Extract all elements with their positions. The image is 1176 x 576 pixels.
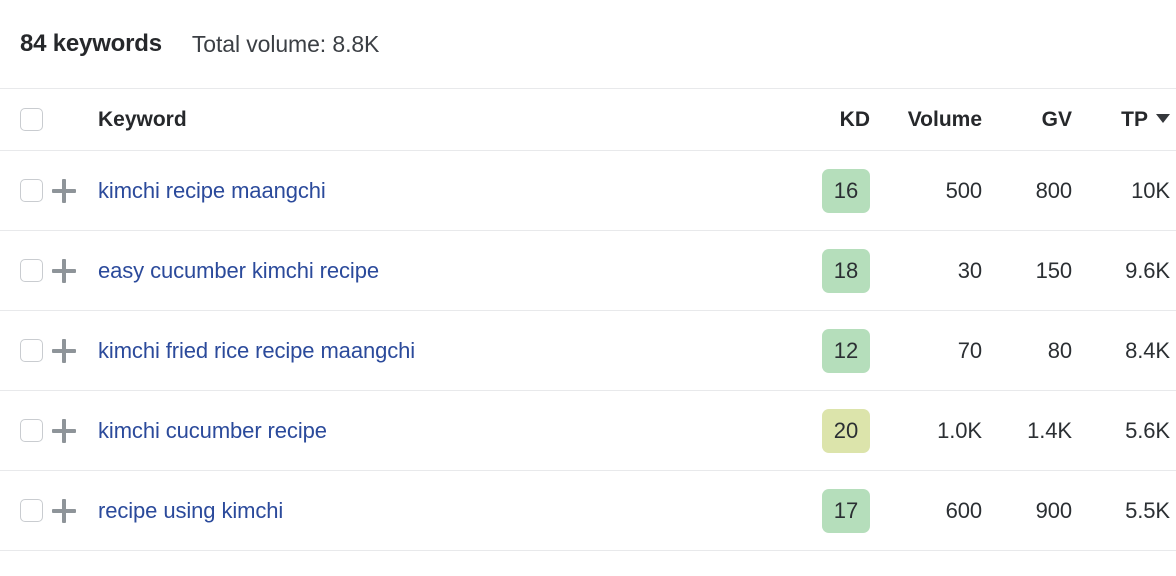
row-add-cell [52,151,98,231]
select-all-checkbox[interactable] [20,108,43,131]
summary-bar: 84 keywords Total volume: 8.8K [0,0,1176,88]
keyword-link[interactable]: recipe using kimchi [98,498,283,523]
plus-icon[interactable] [52,338,76,363]
row-checkbox[interactable] [20,499,43,522]
row-volume-cell: 600 [945,497,983,523]
kd-wrap: 18 [792,248,878,293]
plus-icon[interactable] [52,178,76,203]
keyword-count-label: 84 keywords [20,30,162,57]
row-volume-cell: 1.0K [937,417,982,443]
row-gv-cell: 900 [1035,497,1073,523]
keyword-link[interactable]: kimchi recipe maangchi [98,178,326,203]
column-header-kd[interactable]: KD [792,89,878,151]
keyword-link[interactable]: easy cucumber kimchi recipe [98,258,379,283]
row-keyword-cell: easy cucumber kimchi recipe [98,231,792,311]
row-keyword-cell: recipe using kimchi [98,471,792,551]
row-tp-cell: 8.4K [1125,337,1170,363]
keywords-table-panel: 84 keywords Total volume: 8.8K Keyword K… [0,0,1176,576]
row-add-cell [52,391,98,471]
row-select-cell [0,471,52,551]
row-kd-cell: 17 [792,471,878,551]
kd-wrap: 16 [792,168,878,213]
row-kd-cell: 12 [792,311,878,391]
plus-icon[interactable] [52,498,76,523]
row-tp-cell: 5.5K [1125,497,1170,523]
row-add-cell [52,471,98,551]
row-volume-cell: 70 [957,337,982,363]
row-kd-cell: 18 [792,231,878,311]
keywords-table: Keyword KD Volume GV TP kimchi recipe ma… [0,88,1176,551]
row-gv-cell: 80 [1047,337,1072,363]
row-gv-cell: 150 [1035,257,1073,283]
row-checkbox[interactable] [20,339,43,362]
table-row: easy cucumber kimchi recipe 18 30 150 9.… [0,231,1176,311]
row-gv-cell: 1.4K [1027,417,1072,443]
kd-wrap: 20 [792,408,878,453]
row-kd-cell: 20 [792,391,878,471]
row-select-cell [0,391,52,471]
row-volume-cell: 500 [945,177,983,203]
row-tp-cell: 10K [1131,177,1170,203]
table-row: recipe using kimchi 17 600 900 5.5K [0,471,1176,551]
column-header-tp[interactable]: TP [1080,89,1176,151]
row-select-cell [0,311,52,391]
kd-badge: 20 [822,408,870,453]
keyword-link[interactable]: kimchi fried rice recipe maangchi [98,338,415,363]
keyword-link[interactable]: kimchi cucumber recipe [98,418,327,443]
row-checkbox[interactable] [20,419,43,442]
kd-badge: 16 [822,168,870,213]
select-all-cell [0,89,52,151]
kd-badge: 17 [822,488,870,533]
table-body: kimchi recipe maangchi 16 500 800 10K ea… [0,151,1176,551]
row-keyword-cell: kimchi cucumber recipe [98,391,792,471]
kd-wrap: 12 [792,328,878,373]
table-row: kimchi fried rice recipe maangchi 12 70 … [0,311,1176,391]
column-header-gv[interactable]: GV [990,89,1080,151]
kd-wrap: 17 [792,488,878,533]
row-checkbox[interactable] [20,259,43,282]
kd-badge: 12 [822,328,870,373]
table-header-row: Keyword KD Volume GV TP [0,88,1176,151]
plus-icon[interactable] [52,258,76,283]
add-column-header [52,89,98,151]
plus-icon[interactable] [52,418,76,443]
row-tp-cell: 9.6K [1125,257,1170,283]
column-header-keyword[interactable]: Keyword [98,89,792,151]
table-row: kimchi cucumber recipe 20 1.0K 1.4K 5.6K [0,391,1176,471]
caret-down-icon [1156,113,1170,123]
total-volume-label: Total volume: 8.8K [191,30,380,57]
row-checkbox[interactable] [20,179,43,202]
kd-badge: 18 [822,248,870,293]
column-header-volume[interactable]: Volume [878,89,990,151]
row-kd-cell: 16 [792,151,878,231]
row-volume-cell: 30 [957,257,982,283]
row-select-cell [0,231,52,311]
row-keyword-cell: kimchi recipe maangchi [98,151,792,231]
row-tp-cell: 5.6K [1125,417,1170,443]
row-select-cell [0,151,52,231]
row-add-cell [52,311,98,391]
table-row: kimchi recipe maangchi 16 500 800 10K [0,151,1176,231]
row-add-cell [52,231,98,311]
row-keyword-cell: kimchi fried rice recipe maangchi [98,311,792,391]
row-gv-cell: 800 [1035,177,1073,203]
column-header-tp-label: TP [1121,107,1148,131]
